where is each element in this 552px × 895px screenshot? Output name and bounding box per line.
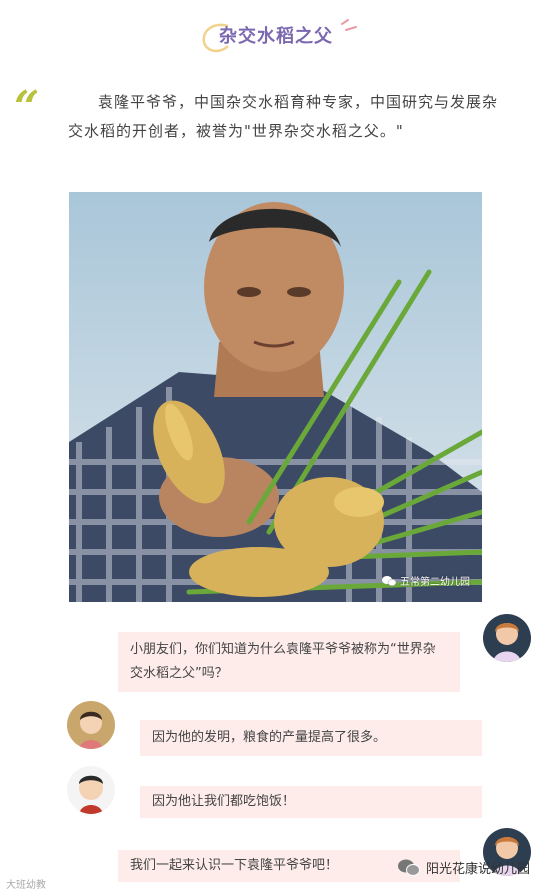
chat-bubble-child-1: 因为他的发明，粮食的产量提高了很多。 — [140, 720, 482, 756]
account-name: 阳光花康说幼儿园 — [426, 862, 531, 877]
chat-text: 小朋友们，你们知道为什么袁隆平爷爷被称为“世界杂交水稻之父”吗？ — [130, 642, 436, 681]
chat-bubble-teacher-1: 小朋友们，你们知道为什么袁隆平爷爷被称为“世界杂交水稻之父”吗？ — [118, 632, 460, 692]
chat-bubble-child-2: 因为他让我们都吃饱饭！ — [140, 786, 482, 818]
photo-watermark: 五常第二幼儿园 — [382, 573, 470, 588]
chat-text: 因为他让我们都吃饱饭！ — [152, 794, 296, 809]
photo-illustration — [69, 192, 482, 602]
chat-text: 我们一起来认识一下袁隆平爷爷吧！ — [130, 858, 339, 873]
wechat-icon — [382, 575, 396, 586]
source-text: 大班幼教 — [6, 880, 46, 891]
intro-paragraph: 袁隆平爷爷，中国杂交水稻育种专家，中国研究与发展杂交水稻的开创者，被誉为"世界杂… — [68, 93, 499, 140]
chat-text: 因为他的发明，粮食的产量提高了很多。 — [152, 730, 387, 745]
watermark-text: 五常第二幼儿园 — [400, 577, 470, 588]
photo-yuan-longping: 五常第二幼儿园 — [69, 192, 482, 602]
avatar-child-2 — [67, 766, 115, 814]
avatar-child-1 — [67, 701, 115, 749]
account-watermark: 阳光花康说幼儿园 — [398, 858, 530, 877]
quote-mark-icon: “ — [14, 82, 40, 133]
wechat-icon — [398, 859, 420, 876]
avatar-teacher — [483, 614, 531, 662]
source-watermark: 大班幼教 — [6, 876, 46, 891]
page-title: 杂交水稻之父 — [219, 26, 333, 47]
section-title: 杂交水稻之父 — [0, 12, 552, 56]
